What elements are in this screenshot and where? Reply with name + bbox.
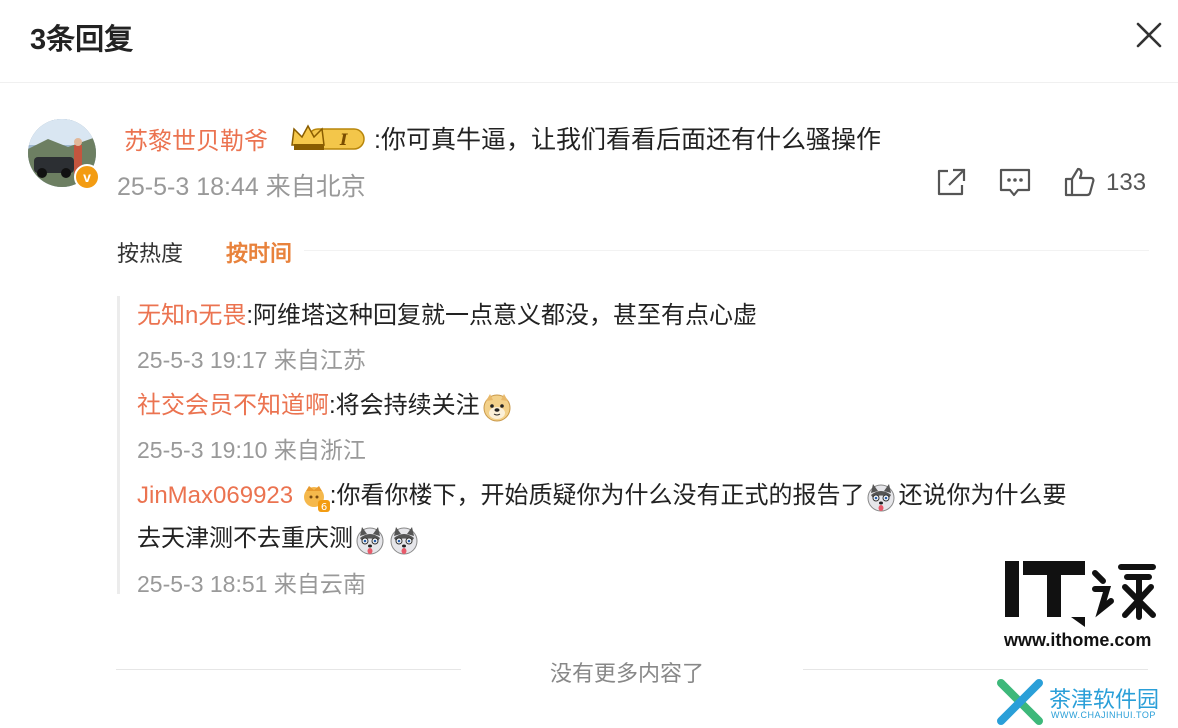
reply-line: 社交会员不知道啊:将会持续关注 [137, 385, 514, 423]
husky-emoji-icon [390, 526, 418, 555]
reply-text: :阿维塔这种回复就一点意义都没，甚至有点心虚 [246, 302, 758, 329]
reply-username[interactable]: 社交会员不知道啊 [137, 392, 329, 419]
verified-badge-icon: v [74, 164, 100, 190]
reply-date: 25-5-3 19:17 [137, 347, 268, 373]
chajinhui-logo-icon [997, 679, 1043, 725]
ithome-logo [1005, 561, 1156, 627]
like-icon[interactable] [1063, 166, 1097, 198]
page-title: 3条回复 [30, 24, 134, 56]
crown-rank-badge-icon: I [291, 124, 365, 150]
comment-location: 来自北京 [265, 173, 366, 201]
comment-date: 25-5-3 18:44 [117, 173, 259, 201]
rank-badge-text: I [339, 130, 348, 149]
comment-username[interactable]: 苏黎世贝勒爷 [124, 121, 268, 156]
sort-tab-time[interactable]: 按时间 [226, 236, 292, 268]
fan-badge-level: 6 [321, 502, 327, 512]
close-icon[interactable] [1132, 18, 1166, 52]
footer-divider-left [116, 669, 461, 670]
husky-emoji-icon [867, 483, 895, 512]
reply-location: 来自浙江 [273, 437, 366, 463]
reply-date: 25-5-3 19:10 [137, 437, 268, 463]
reply-text-cont: 去天津测不去重庆测 [137, 525, 353, 552]
comment-meta: 25-5-3 18:44 来自北京 [117, 167, 366, 203]
husky-emoji-icon [356, 526, 384, 555]
reply-meta: 25-5-3 19:10 来自浙江 [137, 431, 366, 465]
reply-meta: 25-5-3 18:51 来自云南 [137, 565, 366, 599]
no-more-content: 没有更多内容了 [550, 661, 705, 686]
reply-meta: 25-5-3 19:17 来自江苏 [137, 341, 366, 375]
reply-text-cont: 还说你为什么要 [898, 482, 1067, 509]
share-icon[interactable] [934, 166, 968, 198]
reply-line: 无知n无畏:阿维塔这种回复就一点意义都没，甚至有点心虚 [137, 295, 757, 330]
chajinhui-url: WWW.CHAJINHUI.TOP [1051, 710, 1156, 720]
reply-username[interactable]: 无知n无畏 [137, 302, 246, 329]
reply-location: 来自云南 [273, 571, 366, 597]
fan-badge-icon: 6 [300, 482, 330, 513]
reply-line-wrap: 去天津测不去重庆测 [137, 518, 421, 556]
ithome-url: www.ithome.com [1004, 630, 1152, 650]
reply-date: 25-5-3 18:51 [137, 571, 268, 597]
reply-text: :将会持续关注 [329, 392, 480, 419]
doge-emoji-icon [483, 393, 511, 422]
reply-line: JinMax069923 6 :你看你楼下，开始质疑你为什么没有正式的报告了 还… [137, 475, 1066, 513]
reply-username[interactable]: JinMax069923 [137, 482, 293, 509]
sort-divider [304, 250, 1149, 251]
replies-bar [117, 296, 120, 594]
sort-tab-hot[interactable]: 按热度 [117, 236, 183, 268]
comment-text: :你可真牛逼，让我们看看后面还有什么骚操作 [374, 126, 881, 154]
like-count: 133 [1106, 169, 1147, 196]
reply-text: :你看你楼下，开始质疑你为什么没有正式的报告了 [329, 482, 865, 509]
dialog-header: 3条回复 [0, 0, 1178, 83]
reply-location: 来自江苏 [273, 347, 366, 373]
comment-icon[interactable] [998, 166, 1032, 198]
footer-divider-right [803, 669, 1148, 670]
